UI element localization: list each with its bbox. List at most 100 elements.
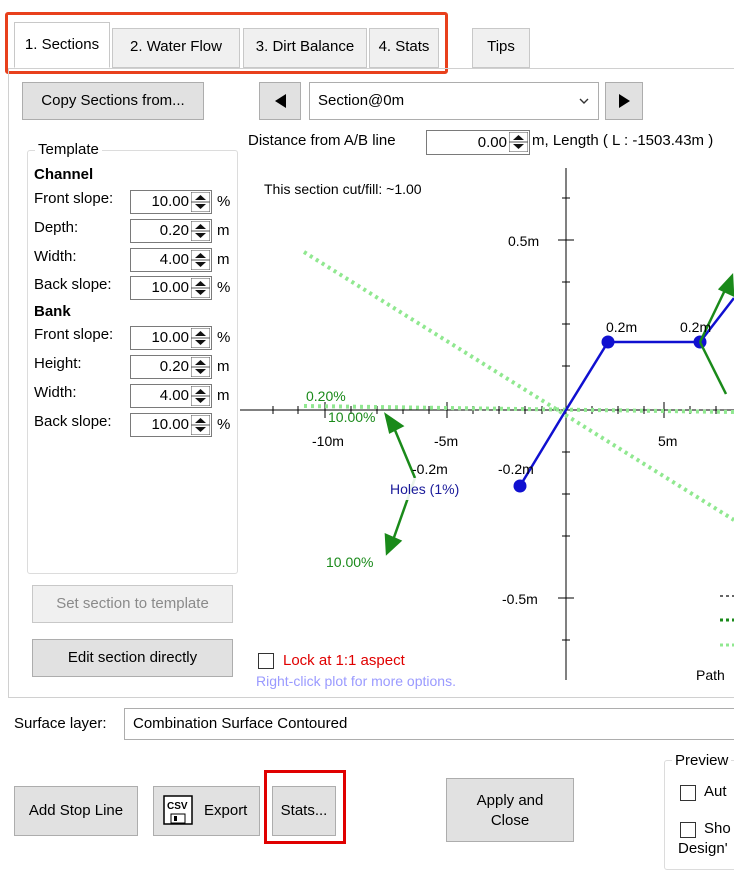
spinner-icon[interactable] <box>191 192 210 212</box>
copy-sections-button[interactable]: Copy Sections from... <box>22 82 204 120</box>
channel-depth-input[interactable]: 0.20 <box>130 219 212 243</box>
x-label-neg10: -10m <box>312 433 344 449</box>
y-label-top: 0.5m <box>508 233 539 249</box>
bank-front-slope-input[interactable]: 10.00 <box>130 326 212 350</box>
channel-depth-value: 0.20 <box>159 222 189 239</box>
bank-height-input[interactable]: 0.20 <box>130 355 212 379</box>
spinner-icon[interactable] <box>191 415 210 435</box>
bank-height-label: Height: <box>34 355 82 372</box>
bank-height-unit: m <box>217 358 230 375</box>
holes-label: Holes (1%) <box>390 481 459 497</box>
channel-width-input[interactable]: 4.00 <box>130 248 212 272</box>
channel-back-slope-label: Back slope: <box>34 276 112 293</box>
bank-width-unit: m <box>217 387 230 404</box>
spinner-icon[interactable] <box>191 250 210 270</box>
channel-front-slope-unit: % <box>217 193 231 210</box>
tab-water-flow[interactable]: 2. Water Flow <box>112 28 240 68</box>
x-label-5: 5m <box>658 433 677 449</box>
length-label: m, Length ( L : -1503.43m ) <box>532 132 714 149</box>
preview-show-checkbox[interactable] <box>680 822 696 838</box>
slope-label-lower: 10.00% <box>326 554 373 570</box>
y-label-bottom: -0.5m <box>502 591 538 607</box>
preview-show-label-2: Design' <box>678 840 728 857</box>
legend-swatches <box>720 595 734 647</box>
point-label-2: 0.2m <box>680 319 711 335</box>
panel-left-border <box>8 68 9 698</box>
bank-back-slope-label: Back slope: <box>34 413 112 430</box>
bank-height-value: 0.20 <box>159 358 189 375</box>
tab-strip: 1. Sections 2. Water Flow 3. Dirt Balanc… <box>0 0 734 74</box>
slope-label-flat: 0.20% <box>306 388 346 404</box>
spinner-icon[interactable] <box>191 357 210 377</box>
section-select-value: Section@0m <box>318 92 405 109</box>
bank-front-slope-label: Front slope: <box>34 326 114 343</box>
template-title: Template <box>35 141 102 158</box>
spinner-icon[interactable] <box>509 132 528 152</box>
channel-width-unit: m <box>217 251 230 268</box>
spinner-icon[interactable] <box>191 278 210 298</box>
preview-auto-label: Aut <box>704 783 727 800</box>
channel-back-slope-unit: % <box>217 279 231 296</box>
bank-back-slope-unit: % <box>217 416 231 433</box>
preview-title: Preview <box>672 752 732 769</box>
channel-front-slope-value: 10.00 <box>151 193 189 210</box>
preview-auto-checkbox[interactable] <box>680 785 696 801</box>
panel-bottom-border <box>8 697 734 698</box>
lock-aspect-label: Lock at 1:1 aspect <box>283 652 405 669</box>
arrow-right-icon <box>619 94 630 108</box>
channel-width-label: Width: <box>34 248 77 265</box>
distance-input[interactable]: 0.00 <box>426 130 530 155</box>
next-section-button[interactable] <box>605 82 643 120</box>
point-label-3: -0.2m <box>412 461 448 477</box>
spinner-icon[interactable] <box>191 328 210 348</box>
section-select[interactable]: Section@0m <box>309 82 599 120</box>
bank-front-slope-unit: % <box>217 329 231 346</box>
svg-text:CSV: CSV <box>167 801 188 812</box>
preview-show-label: Sho <box>704 820 731 837</box>
tab-stats[interactable]: 4. Stats <box>369 28 439 68</box>
bank-width-input[interactable]: 4.00 <box>130 384 212 408</box>
bank-front-slope-value: 10.00 <box>151 329 189 346</box>
tab-tips[interactable]: Tips <box>472 28 530 68</box>
channel-front-slope-input[interactable]: 10.00 <box>130 190 212 214</box>
bank-width-label: Width: <box>34 384 77 401</box>
x-label-neg5: -5m <box>434 433 458 449</box>
distance-label: Distance from A/B line <box>248 132 396 149</box>
stats-button[interactable]: Stats... <box>272 786 336 836</box>
surface-layer-label: Surface layer: <box>14 715 107 732</box>
bank-width-value: 4.00 <box>159 387 189 404</box>
bank-heading: Bank <box>34 303 71 320</box>
lock-aspect-checkbox[interactable] <box>258 653 274 669</box>
profile-point[interactable] <box>601 335 615 349</box>
slope-arrows <box>384 272 734 556</box>
cutfill-text: This section cut/fill: ~1.00 <box>264 181 422 197</box>
apply-and-close-button[interactable]: Apply and Close <box>446 778 574 842</box>
set-section-to-template-button[interactable]: Set section to template <box>32 585 233 623</box>
apply-close-line2: Close <box>490 812 530 829</box>
channel-width-value: 4.00 <box>159 251 189 268</box>
bank-back-slope-input[interactable]: 10.00 <box>130 413 212 437</box>
channel-back-slope-input[interactable]: 10.00 <box>130 276 212 300</box>
surface-layer-select[interactable]: Combination Surface Contoured <box>124 708 734 740</box>
profile-point[interactable] <box>513 479 527 493</box>
tab-dirt-balance[interactable]: 3. Dirt Balance <box>243 28 367 68</box>
tab-sections[interactable]: 1. Sections <box>14 22 110 68</box>
export-button[interactable]: CSV Export <box>153 786 260 836</box>
previous-section-button[interactable] <box>259 82 301 120</box>
export-label: Export <box>204 802 248 819</box>
panel-top-border <box>8 68 734 69</box>
edit-section-directly-button[interactable]: Edit section directly <box>32 639 233 677</box>
spinner-icon[interactable] <box>191 221 210 241</box>
channel-depth-unit: m <box>217 222 230 239</box>
slope-label-upper: 10.00% <box>328 409 375 425</box>
add-stop-line-button[interactable]: Add Stop Line <box>14 786 138 836</box>
plot-hint-text: Right-click plot for more options. <box>256 673 456 689</box>
channel-back-slope-value: 10.00 <box>151 279 189 296</box>
distance-value: 0.00 <box>477 134 507 151</box>
spinner-icon[interactable] <box>191 386 210 406</box>
section-plot[interactable]: This section cut/fill: ~1.00 0.5m -0.5m … <box>240 158 734 694</box>
arrow-left-icon <box>275 94 286 108</box>
csv-file-icon: CSV <box>163 795 193 825</box>
path-label: Path <box>696 667 725 683</box>
channel-heading: Channel <box>34 166 94 183</box>
